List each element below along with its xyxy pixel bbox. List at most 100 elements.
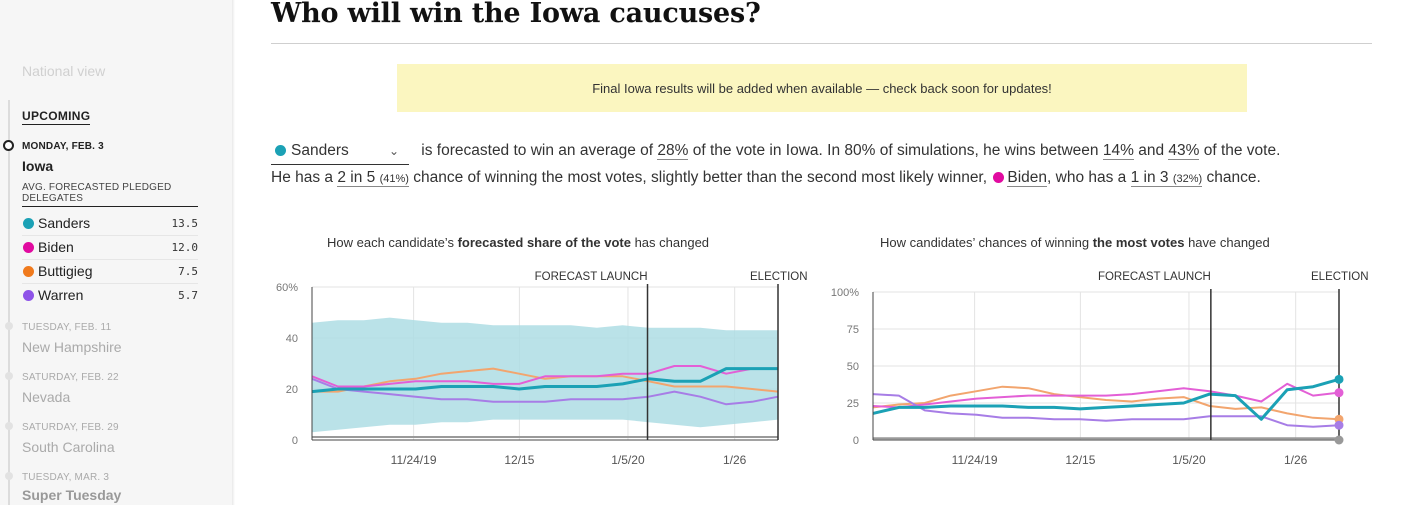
candidate-swatch xyxy=(275,145,286,156)
y-tick-label: 60% xyxy=(276,282,298,294)
runner-up-odds-pct: (32%) xyxy=(1172,173,1203,185)
results-notice: Final Iowa results will be added when av… xyxy=(397,64,1247,112)
delegate-name: Buttigieg xyxy=(38,263,93,279)
election-label: ELECTION xyxy=(750,271,808,283)
delegate-value: 7.5 xyxy=(178,265,198,278)
event-marker xyxy=(5,322,13,330)
summary-text: is forecasted to win an average of xyxy=(417,142,658,159)
y-tick-label: 0 xyxy=(853,435,859,447)
summary-text: of the vote in Iowa. In 80% of simulatio… xyxy=(688,142,1103,159)
delegate-name: Biden xyxy=(38,239,74,255)
delegate-value: 12.0 xyxy=(171,241,199,254)
runner-up-odds[interactable]: 1 in 3 (32%) xyxy=(1130,169,1203,187)
event-marker xyxy=(5,472,13,480)
event-marker xyxy=(5,372,13,380)
chart-title-part: How each candidate’s xyxy=(327,235,458,250)
delegates-header: AVG. FORECASTED PLEDGED DELEGATES xyxy=(22,182,198,207)
runner-up-odds-text: 1 in 3 xyxy=(1130,169,1169,186)
event-state-new-hampshire[interactable]: New Hampshire xyxy=(22,339,122,355)
page-title: Who will win the Iowa caucuses? xyxy=(271,0,761,29)
x-tick-label: 1/26 xyxy=(1284,453,1308,467)
summary-text: He has a xyxy=(271,169,338,186)
y-tick-label: 20 xyxy=(286,384,298,396)
y-tick-label: 25 xyxy=(847,398,859,410)
national-view-link[interactable]: National view xyxy=(22,63,105,79)
forecast-launch-label: FORECAST LAUNCH xyxy=(535,271,648,283)
summary-text: , who has a xyxy=(1047,169,1131,186)
title-divider xyxy=(271,43,1372,44)
event-state-south-carolina[interactable]: South Carolina xyxy=(22,439,115,455)
delegate-row-buttigieg: Buttigieg 7.5 xyxy=(22,260,198,284)
win-odds-text: 2 in 5 xyxy=(337,169,376,186)
chevron-down-icon: ⌄ xyxy=(388,144,399,158)
x-tick-label: 12/15 xyxy=(1065,453,1095,467)
x-tick-label: 1/26 xyxy=(723,453,747,467)
x-tick-label: 1/5/20 xyxy=(611,453,645,467)
event-state-nevada[interactable]: Nevada xyxy=(22,389,70,405)
forecast-summary: Sanders ⌄ is forecasted to win an average… xyxy=(271,138,1371,192)
candidate-select[interactable]: Sanders ⌄ xyxy=(271,138,409,165)
x-tick-label: 11/24/19 xyxy=(952,453,998,467)
end-dot-warren xyxy=(1334,420,1344,430)
active-event-state[interactable]: Iowa xyxy=(22,158,53,174)
delegate-name: Sanders xyxy=(38,215,91,231)
end-dot-others xyxy=(1334,435,1344,445)
y-tick-label: 40 xyxy=(286,333,298,345)
delegate-value: 13.5 xyxy=(171,217,199,230)
chart-title-win-chances: How candidates’ chances of winning the m… xyxy=(880,235,1270,250)
summary-text: of the vote. xyxy=(1199,142,1281,159)
upcoming-heading: UPCOMING xyxy=(22,109,91,125)
end-dot-sanders xyxy=(1334,374,1344,384)
chart-title-bold: the most votes xyxy=(1092,235,1185,250)
sidebar-shadow xyxy=(232,0,235,505)
biden-swatch xyxy=(23,242,34,253)
chart-title-bold: forecasted share of the vote xyxy=(457,235,631,250)
election-label: ELECTION xyxy=(1311,271,1369,283)
x-tick-label: 1/5/20 xyxy=(1172,453,1206,467)
delegate-value: 5.7 xyxy=(178,289,198,302)
active-event-marker xyxy=(3,140,14,151)
confidence-band xyxy=(312,317,778,433)
timeline-line xyxy=(8,100,10,505)
win-odds[interactable]: 2 in 5 (41%) xyxy=(337,169,409,187)
event-date: SATURDAY, FEB. 29 xyxy=(22,422,119,433)
buttigieg-swatch xyxy=(23,266,34,277)
active-event-date: MONDAY, FEB. 3 xyxy=(22,141,104,152)
sidebar: National view UPCOMING MONDAY, FEB. 3 Io… xyxy=(0,0,232,505)
high-share[interactable]: 43% xyxy=(1168,142,1200,160)
summary-text: chance. xyxy=(1202,169,1261,186)
y-tick-label: 50 xyxy=(847,361,859,373)
y-tick-label: 75 xyxy=(847,324,859,336)
event-date: SATURDAY, FEB. 22 xyxy=(22,372,119,383)
chart-title-part: How candidates’ chances of winning xyxy=(880,235,1093,250)
event-date: TUESDAY, FEB. 11 xyxy=(22,322,112,333)
low-share[interactable]: 14% xyxy=(1102,142,1134,160)
y-tick-label: 0 xyxy=(292,435,298,447)
delegate-row-biden: Biden 12.0 xyxy=(22,236,198,260)
summary-text: chance of winning the most votes, slight… xyxy=(408,169,992,186)
delegate-name: Warren xyxy=(38,287,84,303)
series-line-biden xyxy=(872,382,1340,409)
warren-swatch xyxy=(23,290,34,301)
vote-share-chart: 60% 40 20 0 11/24/19 12/15 1/5/20 1/26 FORECAST … xyxy=(276,271,808,467)
event-state-super-tuesday[interactable]: Super Tuesday xyxy=(22,487,121,503)
event-date: TUESDAY, MAR. 3 xyxy=(22,472,110,483)
forecast-launch-label: FORECAST LAUNCH xyxy=(1098,271,1211,283)
chart-title-part: have changed xyxy=(1184,235,1270,250)
event-marker xyxy=(5,422,13,430)
win-odds-pct: (41%) xyxy=(379,173,409,185)
x-tick-label: 11/24/19 xyxy=(391,453,437,467)
biden-dot xyxy=(993,172,1005,183)
y-tick-label: 100% xyxy=(831,287,859,299)
candidate-select-value: Sanders xyxy=(291,142,349,159)
chart-title-vote-share: How each candidate’s forecasted share of… xyxy=(327,235,709,250)
end-dot-biden xyxy=(1334,388,1344,398)
x-tick-label: 12/15 xyxy=(504,453,534,467)
sanders-swatch xyxy=(23,218,34,229)
avg-share[interactable]: 28% xyxy=(657,142,689,160)
runner-up-name[interactable]: Biden xyxy=(1007,169,1048,187)
chart-title-part: has changed xyxy=(630,235,710,250)
delegate-row-sanders: Sanders 13.5 xyxy=(22,212,198,236)
win-chance-chart: 100% 75 50 25 0 11/24/19 12/15 1/5/20 1/26 FORECA… xyxy=(831,271,1369,467)
summary-text: and xyxy=(1133,142,1169,159)
